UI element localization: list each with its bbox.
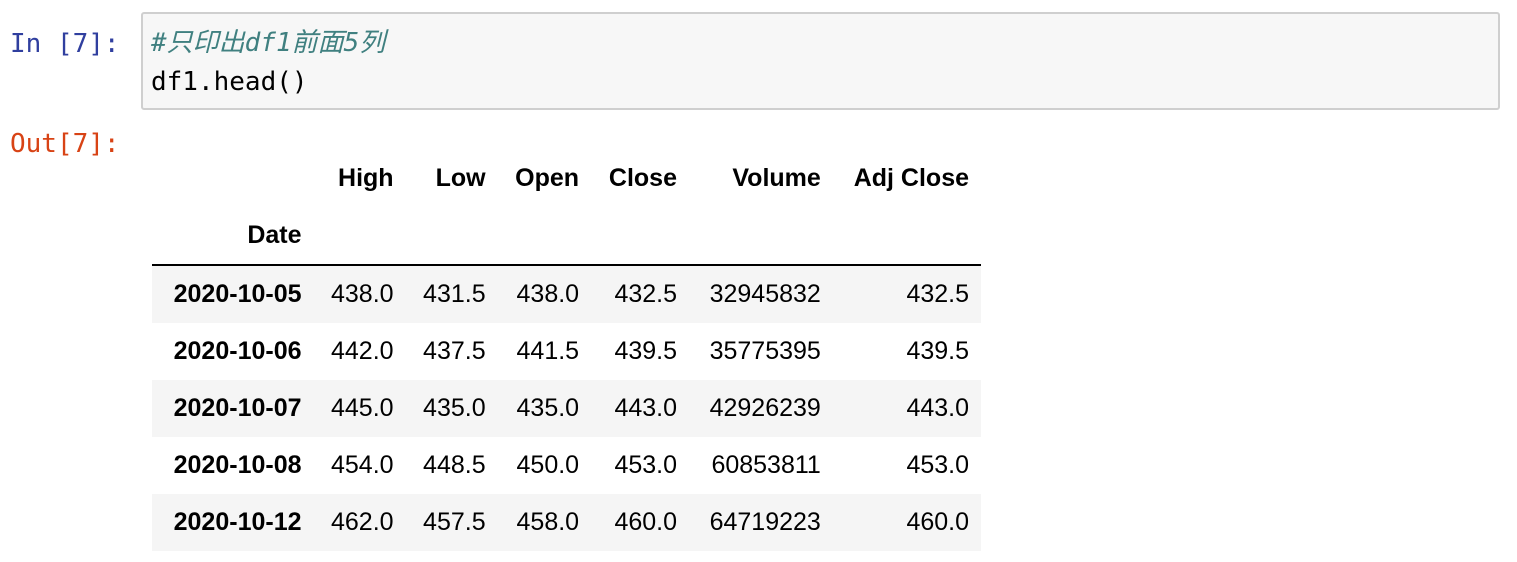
table-row: 2020-10-12 462.0 457.5 458.0 460.0 64719… — [152, 494, 981, 551]
table-cell: 432.5 — [906, 280, 969, 308]
header-blank — [152, 150, 314, 207]
dataframe-table: High Low Open Close Volume Adj Close Dat… — [152, 150, 981, 551]
table-cell: 431.5 — [423, 280, 486, 308]
table-cell: 435.0 — [423, 394, 486, 422]
column-header: Adj Close — [853, 164, 969, 192]
table-cell: 439.5 — [906, 337, 969, 365]
table-row: 2020-10-07 445.0 435.0 435.0 443.0 42926… — [152, 380, 981, 437]
code-statement[interactable]: df1.head() — [151, 65, 308, 99]
column-header: Close — [608, 164, 677, 192]
table-cell: 460.0 — [614, 508, 677, 536]
table-cell: 64719223 — [709, 508, 821, 536]
table-cell: 438.0 — [516, 280, 580, 308]
table-cell: 454.0 — [331, 451, 394, 479]
table-cell: 453.0 — [614, 451, 677, 479]
row-index-date: 2020-10-07 — [173, 394, 302, 422]
table-cell: 437.5 — [423, 337, 486, 365]
table-cell: 453.0 — [906, 451, 969, 479]
table-cell: 441.5 — [516, 337, 580, 365]
table-cell: 460.0 — [906, 508, 969, 536]
table-cell: 32945832 — [709, 280, 821, 308]
table-cell: 462.0 — [331, 508, 394, 536]
table-cell: 438.0 — [331, 280, 394, 308]
table-cell: 457.5 — [423, 508, 486, 536]
table-cell: 448.5 — [423, 451, 486, 479]
table-cell: 442.0 — [331, 337, 394, 365]
table-cell: 443.0 — [614, 394, 677, 422]
table-row: 2020-10-05 438.0 431.5 438.0 432.5 32945… — [152, 265, 981, 323]
table-cell: 443.0 — [906, 394, 969, 422]
table-cell: 450.0 — [516, 451, 580, 479]
row-index-date: 2020-10-06 — [173, 337, 302, 365]
column-header: Volume — [732, 164, 821, 192]
column-header: Open — [515, 164, 580, 192]
row-index-date: 2020-10-12 — [173, 508, 302, 536]
table-cell: 432.5 — [614, 280, 677, 308]
input-prompt: In [7]: — [10, 29, 120, 59]
row-index-date: 2020-10-05 — [173, 280, 302, 308]
row-index-date: 2020-10-08 — [173, 451, 302, 479]
table-cell: 445.0 — [331, 394, 394, 422]
index-header-row: Date — [152, 207, 981, 266]
table-row: 2020-10-08 454.0 448.5 450.0 453.0 60853… — [152, 437, 981, 494]
table-cell: 439.5 — [614, 337, 677, 365]
table-cell: 435.0 — [516, 394, 580, 422]
table-cell: 458.0 — [516, 508, 580, 536]
column-header: High — [338, 164, 394, 192]
table-cell: 35775395 — [709, 337, 821, 365]
output-prompt: Out[7]: — [10, 129, 120, 159]
code-comment[interactable]: #只印出df1前面5列 — [151, 26, 385, 60]
column-header: Low — [435, 164, 486, 192]
code-cell-editor[interactable]: #只印出df1前面5列 df1.head() — [141, 12, 1500, 110]
table-row: 2020-10-06 442.0 437.5 441.5 439.5 35775… — [152, 323, 981, 380]
index-name-header: Date — [152, 207, 314, 266]
table-cell: 60853811 — [711, 451, 821, 479]
column-header-row: High Low Open Close Volume Adj Close — [152, 150, 981, 207]
table-cell: 42926239 — [709, 394, 821, 422]
